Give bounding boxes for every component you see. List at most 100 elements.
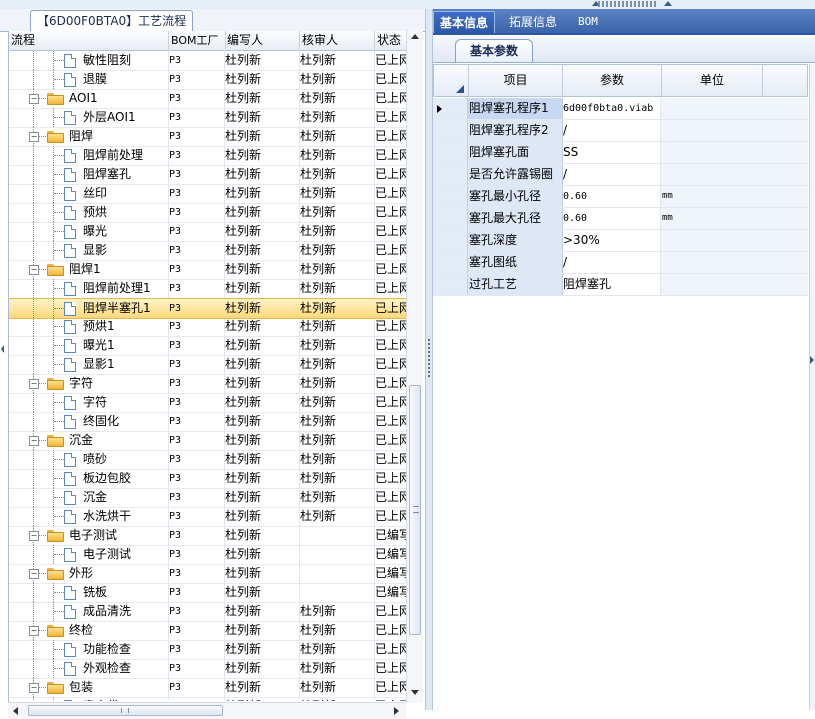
param-unit-cell[interactable]: [661, 230, 763, 251]
scroll-left-icon[interactable]: [13, 707, 18, 715]
tree-folder-row[interactable]: − 阻焊 P3 杜列新 杜列新 已上网: [9, 127, 407, 147]
collapse-toggle-icon[interactable]: −: [29, 683, 39, 693]
tree-row[interactable]: 功能检查 P3 杜列新 杜列新 已上网: [9, 640, 407, 660]
param-unit-cell[interactable]: [661, 274, 763, 295]
tree-row[interactable]: 预烘 P3 杜列新 杜列新 已上网: [9, 203, 407, 223]
collapse-toggle-icon[interactable]: −: [29, 94, 39, 104]
tree-row[interactable]: 喷砂 P3 杜列新 杜列新 已上网: [9, 450, 407, 470]
row-selector[interactable]: [433, 142, 468, 163]
param-value-cell[interactable]: 0.60: [562, 186, 661, 207]
tree-folder-row[interactable]: − 阻焊1 P3 杜列新 杜列新 已上网: [9, 260, 407, 280]
tree-folder-row[interactable]: − 终检 P3 杜列新 杜列新 已上网: [9, 621, 407, 641]
tree-row[interactable]: 阻焊前处理 P3 杜列新 杜列新 已上网: [9, 146, 407, 166]
column-header-writer[interactable]: 编写人: [225, 31, 300, 50]
param-value-cell[interactable]: /: [562, 252, 661, 273]
param-row[interactable]: 是否允许露锡圈 /: [433, 164, 808, 186]
row-selector[interactable]: [433, 186, 468, 207]
param-row[interactable]: 塞孔最大孔径 0.60 mm: [433, 208, 808, 230]
param-row[interactable]: 塞孔最小孔径 0.60 mm: [433, 186, 808, 208]
tree-row[interactable]: 水洗烘干 P3 杜列新 杜列新 已上网: [9, 507, 407, 527]
tree-row[interactable]: 字符 P3 杜列新 杜列新 已上网: [9, 393, 407, 413]
row-selector[interactable]: [433, 120, 468, 141]
row-selector[interactable]: [433, 252, 468, 273]
tree-row[interactable]: 板边包胶 P3 杜列新 杜列新 已上网: [9, 469, 407, 489]
tree-folder-row[interactable]: − 沉金 P3 杜列新 杜列新 已上网: [9, 431, 407, 451]
collapse-toggle-icon[interactable]: −: [29, 531, 39, 541]
tree-folder-row[interactable]: −包装P3杜列新杜列新已上网: [9, 678, 407, 698]
param-unit-cell[interactable]: mm: [661, 186, 763, 207]
tree-row[interactable]: 敏性阻刻 P3 杜列新 杜列新 已上网: [9, 51, 407, 71]
tree-row[interactable]: 阻焊半塞孔1 P3 杜列新 杜列新 已上网: [9, 298, 407, 319]
tab-bom[interactable]: BOM: [572, 11, 604, 33]
column-header-item[interactable]: 项目: [469, 65, 563, 96]
column-header-bom-factory[interactable]: BOM工厂: [169, 31, 226, 50]
collapse-left-icon[interactable]: [0, 339, 5, 359]
param-unit-cell[interactable]: [661, 120, 763, 141]
tree-row[interactable]: 成品清洗 P3 杜列新 杜列新 已上网: [9, 602, 407, 622]
param-value-cell[interactable]: 6d00f0bta0.viab: [562, 98, 661, 119]
tree-folder-row[interactable]: − AOI1 P3 杜列新 杜列新 已上网: [9, 89, 407, 109]
tree-row[interactable]: 真空袋P3杜列新杜列新已上网: [9, 697, 407, 701]
param-unit-cell[interactable]: [661, 252, 763, 273]
column-header-param[interactable]: 参数: [563, 65, 662, 96]
row-selector[interactable]: [433, 208, 468, 229]
tree-horizontal-scrollbar[interactable]: [8, 702, 406, 719]
column-header-unit[interactable]: 单位: [662, 65, 763, 96]
tree-row[interactable]: 曝光1 P3 杜列新 杜列新 已上网: [9, 336, 407, 356]
tree-folder-row[interactable]: − 电子测试 P3 杜列新 已编写: [9, 526, 407, 546]
column-header-status[interactable]: 状态: [375, 31, 407, 50]
tree-row[interactable]: 外观检查 P3 杜列新 杜列新 已上网: [9, 659, 407, 679]
param-value-cell[interactable]: /: [562, 120, 661, 141]
tree-folder-row[interactable]: − 外形 P3 杜列新 已编写: [9, 564, 407, 584]
row-selector[interactable]: [433, 274, 468, 295]
collapse-toggle-icon[interactable]: −: [29, 436, 39, 446]
scroll-right-icon[interactable]: [394, 707, 399, 715]
tree-row[interactable]: 电子测试 P3 杜列新 已编写: [9, 545, 407, 565]
param-value-cell[interactable]: 0.60: [562, 208, 661, 229]
tree-vertical-scrollbar[interactable]: [406, 29, 423, 703]
collapse-right-icon[interactable]: [809, 350, 815, 370]
tree-row[interactable]: 显影 P3 杜列新 杜列新 已上网: [9, 241, 407, 261]
param-value-cell[interactable]: 阻焊塞孔: [562, 274, 661, 295]
horizontal-scroll-thumb[interactable]: [28, 705, 223, 716]
param-value-cell[interactable]: >30%: [562, 230, 661, 251]
param-row[interactable]: 塞孔深度 >30%: [433, 230, 808, 252]
collapse-up-icon[interactable]: [664, 1, 672, 6]
collapse-toggle-icon[interactable]: −: [29, 626, 39, 636]
scroll-down-icon[interactable]: [411, 690, 419, 695]
tree-row[interactable]: 阻焊塞孔 P3 杜列新 杜列新 已上网: [9, 165, 407, 185]
vertical-scroll-thumb[interactable]: [409, 385, 421, 635]
param-row[interactable]: 阻焊塞孔面 SS: [433, 142, 808, 164]
tab-basic-info[interactable]: 基本信息: [433, 11, 496, 34]
column-header-reviewer[interactable]: 核审人: [300, 31, 375, 50]
param-value-cell[interactable]: SS: [562, 142, 661, 163]
param-unit-cell[interactable]: [661, 142, 763, 163]
tree-row[interactable]: 沉金 P3 杜列新 杜列新 已上网: [9, 488, 407, 508]
panel-splitter[interactable]: [425, 9, 433, 710]
tab-process-flow[interactable]: 【6D00F0BTA0】工艺流程: [30, 10, 194, 31]
param-unit-cell[interactable]: [661, 98, 763, 119]
tree-row[interactable]: 显影1 P3 杜列新 杜列新 已上网: [9, 355, 407, 375]
tree-row[interactable]: 曝光 P3 杜列新 杜列新 已上网: [9, 222, 407, 242]
subtab-basic-params[interactable]: 基本参数: [455, 39, 534, 62]
tree-row[interactable]: 退膜 P3 杜列新 杜列新 已上网: [9, 70, 407, 90]
tree-row[interactable]: 预烘1 P3 杜列新 杜列新 已上网: [9, 317, 407, 337]
collapse-toggle-icon[interactable]: −: [29, 379, 39, 389]
tree-row[interactable]: 丝印 P3 杜列新 杜列新 已上网: [9, 184, 407, 204]
param-row[interactable]: 阻焊塞孔程序2/: [433, 120, 808, 142]
collapse-toggle-icon[interactable]: −: [29, 265, 39, 275]
row-selector[interactable]: [433, 164, 468, 185]
tree-folder-row[interactable]: − 字符 P3 杜列新 杜列新 已上网: [9, 374, 407, 394]
param-row[interactable]: 阻焊塞孔程序1 6d00f0bta0.viab: [433, 98, 808, 120]
tree-row[interactable]: 阻焊前处理1 P3 杜列新 杜列新 已上网: [9, 279, 407, 299]
collapse-toggle-icon[interactable]: −: [29, 569, 39, 579]
param-value-cell[interactable]: /: [562, 164, 661, 185]
tree-row[interactable]: 铣板 P3 杜列新 已编写: [9, 583, 407, 603]
row-selector-header[interactable]: [434, 65, 469, 96]
tree-row[interactable]: 终固化 P3 杜列新 杜列新 已上网: [9, 412, 407, 432]
tree-row[interactable]: 外层AOI1 P3 杜列新 杜列新 已上网: [9, 108, 407, 128]
row-selector[interactable]: [433, 98, 468, 119]
row-selector[interactable]: [433, 230, 468, 251]
collapse-toggle-icon[interactable]: −: [29, 132, 39, 142]
param-unit-cell[interactable]: [661, 164, 763, 185]
